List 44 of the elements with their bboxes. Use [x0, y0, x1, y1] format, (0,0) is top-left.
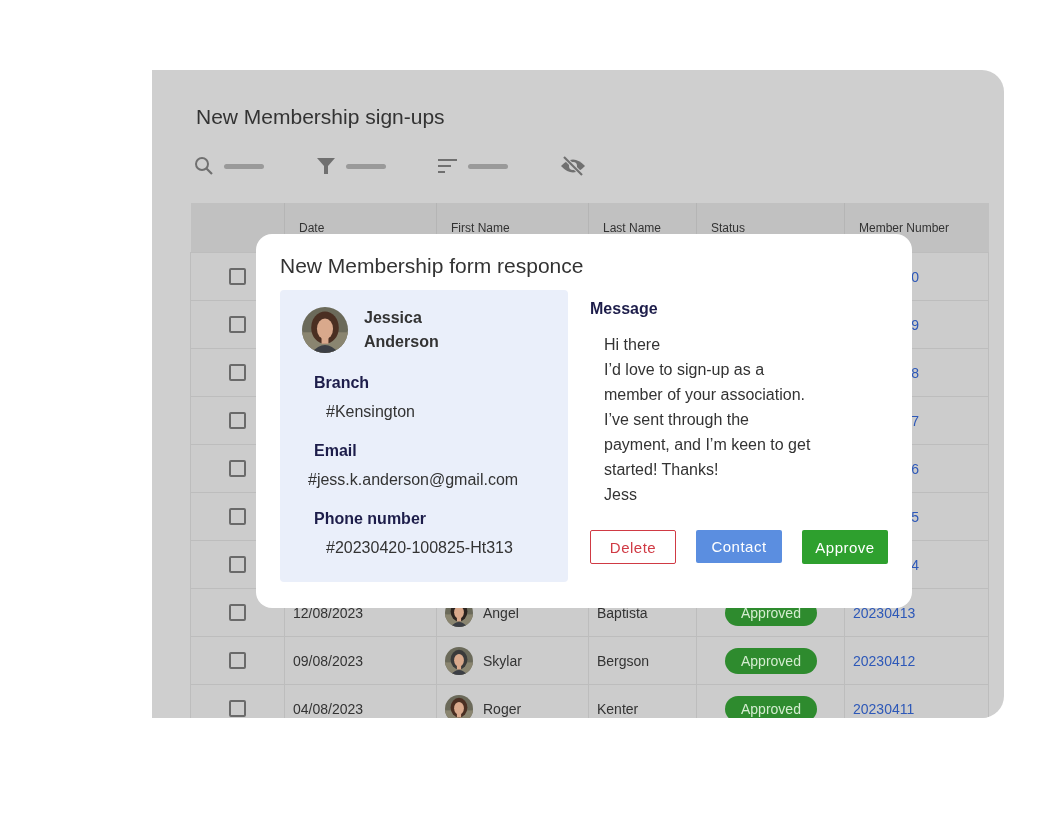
field-label: Email [314, 441, 358, 461]
status-badge: Approved [725, 695, 817, 718]
checkbox[interactable] [229, 412, 246, 430]
member-number-link[interactable]: 20230413 [853, 604, 916, 621]
field-value: #Kensington [326, 402, 416, 422]
table-cell: Angel [483, 604, 519, 621]
applicant-name: Jessica Anderson [364, 308, 440, 352]
checkbox[interactable] [229, 364, 246, 382]
table-cell: 04/08/2023 [293, 700, 364, 717]
checkbox[interactable] [229, 652, 246, 670]
placeholder-bar [346, 163, 386, 169]
checkbox[interactable] [229, 268, 246, 286]
field-label: Branch [314, 373, 371, 393]
status-badge: Approved [725, 647, 817, 674]
checkbox[interactable] [229, 460, 246, 478]
dialog-title: New Membership form responce [280, 253, 585, 279]
table-cell: Skylar [483, 652, 522, 669]
table-cell: Roger [483, 700, 522, 717]
checkbox[interactable] [229, 556, 246, 574]
checkbox[interactable] [229, 700, 246, 718]
checkbox[interactable] [229, 508, 246, 526]
field-label: Phone number [314, 509, 427, 529]
table-cell: 09/08/2023 [293, 652, 364, 669]
checkbox[interactable] [229, 316, 246, 334]
table-cell: Bergson [597, 652, 650, 669]
field-value: #jess.k.anderson@gmail.com [308, 470, 520, 490]
action-button[interactable]: Delete [590, 530, 676, 564]
message-text: Hi there I’d love to sign-up as a member of your association. I’ve sent through the payment, and I’m keen to get started! Thanks! Jess [604, 335, 812, 505]
member-number-link[interactable]: 20230412 [853, 652, 916, 669]
hidden-icon[interactable] [560, 155, 586, 177]
panel-title: New Membership sign-ups [196, 104, 446, 130]
sort-icon[interactable] [438, 158, 458, 174]
placeholder-bar [468, 163, 508, 169]
table-cell: Baptista [597, 604, 648, 621]
message-label: Message [590, 299, 659, 319]
search-icon[interactable] [194, 156, 214, 176]
filter-icon[interactable] [316, 156, 336, 176]
action-button[interactable]: Contact [696, 530, 782, 563]
placeholder-bar [224, 163, 264, 169]
table-cell: 12/08/2023 [293, 604, 364, 621]
table-cell: Kenter [597, 700, 639, 717]
checkbox[interactable] [229, 604, 246, 622]
field-value: #20230420-100825-Ht313 [326, 538, 514, 558]
action-button[interactable]: Approve [802, 530, 888, 564]
